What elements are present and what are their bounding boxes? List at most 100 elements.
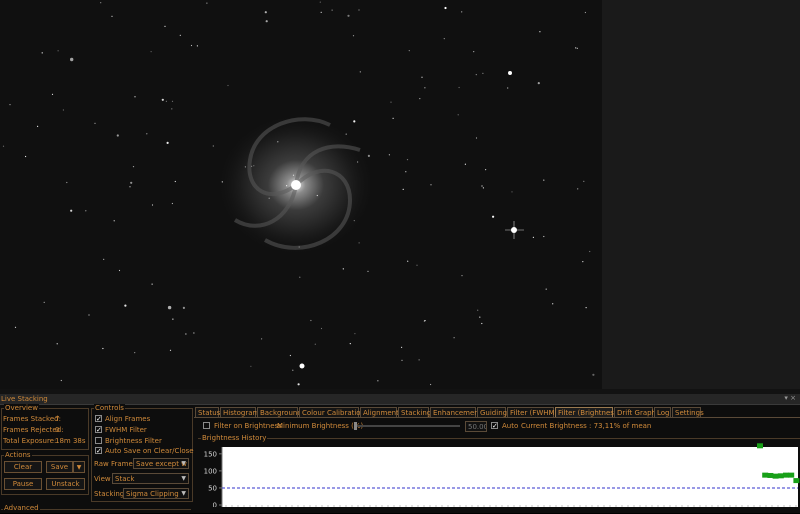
tab-log[interactable]: Log xyxy=(654,407,671,417)
data-point xyxy=(788,472,795,478)
star xyxy=(41,52,43,54)
align-frames-checkbox[interactable]: ✓ xyxy=(95,415,102,423)
y-tick-label: 100 xyxy=(204,467,217,475)
tab-filter-fwhm[interactable]: Filter (FWHM) xyxy=(507,407,557,417)
data-point xyxy=(757,443,763,449)
tab-colour-calibration[interactable]: Colour Calibration xyxy=(299,407,365,417)
star xyxy=(421,76,423,78)
pause-button[interactable]: Pause xyxy=(4,478,42,490)
auto-checkbox[interactable]: ✓ xyxy=(491,422,498,430)
tab-filter-brightness[interactable]: Filter (Brightness) xyxy=(555,407,620,417)
star xyxy=(453,337,455,339)
star xyxy=(424,320,426,322)
star xyxy=(392,117,394,119)
star xyxy=(481,185,483,187)
star xyxy=(316,194,318,197)
actions-title: Actions xyxy=(4,451,32,459)
advanced-title[interactable]: Advanced xyxy=(3,504,40,512)
unstack-button[interactable]: Unstack xyxy=(46,478,85,490)
star xyxy=(347,14,350,17)
image-viewer[interactable] xyxy=(0,0,602,389)
align-frames-label: Align Frames xyxy=(105,415,151,423)
clear-button[interactable]: Clear xyxy=(4,461,42,473)
stacking-label: Stacking xyxy=(94,490,125,498)
tab-background[interactable]: Background xyxy=(257,407,302,417)
tab-stacking[interactable]: Stacking xyxy=(398,407,431,417)
tab-histogram[interactable]: Histogram xyxy=(220,407,259,417)
star xyxy=(589,250,591,253)
star xyxy=(146,133,148,135)
minimum-brightness-input[interactable]: 50.00 xyxy=(465,421,487,432)
tab-drift-graph[interactable]: Drift Graph xyxy=(614,407,656,417)
star xyxy=(359,71,361,73)
star xyxy=(585,307,587,309)
star xyxy=(43,301,45,303)
star xyxy=(419,98,421,100)
view-label: View xyxy=(94,475,111,483)
star xyxy=(102,347,104,350)
star xyxy=(310,319,312,322)
star xyxy=(320,327,323,330)
star xyxy=(444,6,447,10)
panel-controls[interactable]: ▾ × xyxy=(784,394,796,402)
fwhm-filter-checkbox[interactable]: ✓ xyxy=(95,426,102,434)
star xyxy=(464,163,466,165)
star xyxy=(424,87,426,89)
star xyxy=(196,45,198,47)
tab-enhancement[interactable]: Enhancement xyxy=(430,407,481,417)
auto-save-label: Auto Save on Clear/Close xyxy=(105,447,194,455)
star xyxy=(9,104,11,106)
star xyxy=(70,57,74,62)
star xyxy=(292,369,294,371)
star xyxy=(552,303,554,305)
star xyxy=(277,141,279,143)
plot-area xyxy=(222,447,798,507)
tab-guiding[interactable]: Guiding xyxy=(477,407,507,417)
star xyxy=(88,314,90,316)
stacking-select[interactable]: Sigma Clipping ▼ xyxy=(123,488,189,499)
filter-on-brightness-checkbox[interactable] xyxy=(203,422,210,429)
star xyxy=(2,145,5,147)
save-dropdown-button[interactable]: ▼ xyxy=(73,461,85,473)
tab-settings[interactable]: Settings xyxy=(672,407,704,417)
star xyxy=(171,108,173,110)
y-tick-label: 0 xyxy=(213,502,217,508)
star xyxy=(85,210,87,212)
star xyxy=(60,379,62,382)
chevron-down-icon: ▼ xyxy=(181,475,186,482)
star xyxy=(62,109,64,111)
view-select[interactable]: Stack ▼ xyxy=(112,473,189,484)
star xyxy=(492,215,495,218)
star xyxy=(292,174,295,176)
star xyxy=(171,202,173,205)
slider-handle[interactable] xyxy=(354,422,357,430)
star xyxy=(405,171,407,173)
raw-frames-value: Save except w xyxy=(136,460,187,468)
auto-save-checkbox[interactable]: ✓ xyxy=(95,447,102,455)
star xyxy=(584,11,587,14)
star xyxy=(129,186,131,188)
star xyxy=(314,343,316,345)
star xyxy=(164,25,166,27)
y-tick-label: 50 xyxy=(208,484,217,492)
current-brightness-text: Current Brightness : 73,11% of mean xyxy=(521,422,652,430)
tab-status[interactable]: Status xyxy=(195,407,220,417)
star xyxy=(430,184,432,186)
total-exposure-value: 18m 38s xyxy=(55,437,86,445)
star xyxy=(244,166,246,168)
data-point xyxy=(783,472,789,478)
stacked-image xyxy=(0,0,602,389)
star xyxy=(388,154,390,156)
star xyxy=(57,50,59,52)
star xyxy=(251,165,253,167)
frames-rejected-value: 0 xyxy=(55,426,60,434)
save-button[interactable]: Save xyxy=(46,461,73,473)
star xyxy=(482,72,484,74)
star xyxy=(543,179,545,181)
star xyxy=(367,270,369,272)
tab-alignment[interactable]: Alignment xyxy=(360,407,399,417)
brightness-filter-checkbox[interactable] xyxy=(95,437,102,444)
minimum-brightness-slider[interactable] xyxy=(354,422,460,430)
raw-frames-select[interactable]: Save except w ▼ xyxy=(133,458,189,469)
fwhm-filter-label: FWHM Filter xyxy=(105,426,147,434)
